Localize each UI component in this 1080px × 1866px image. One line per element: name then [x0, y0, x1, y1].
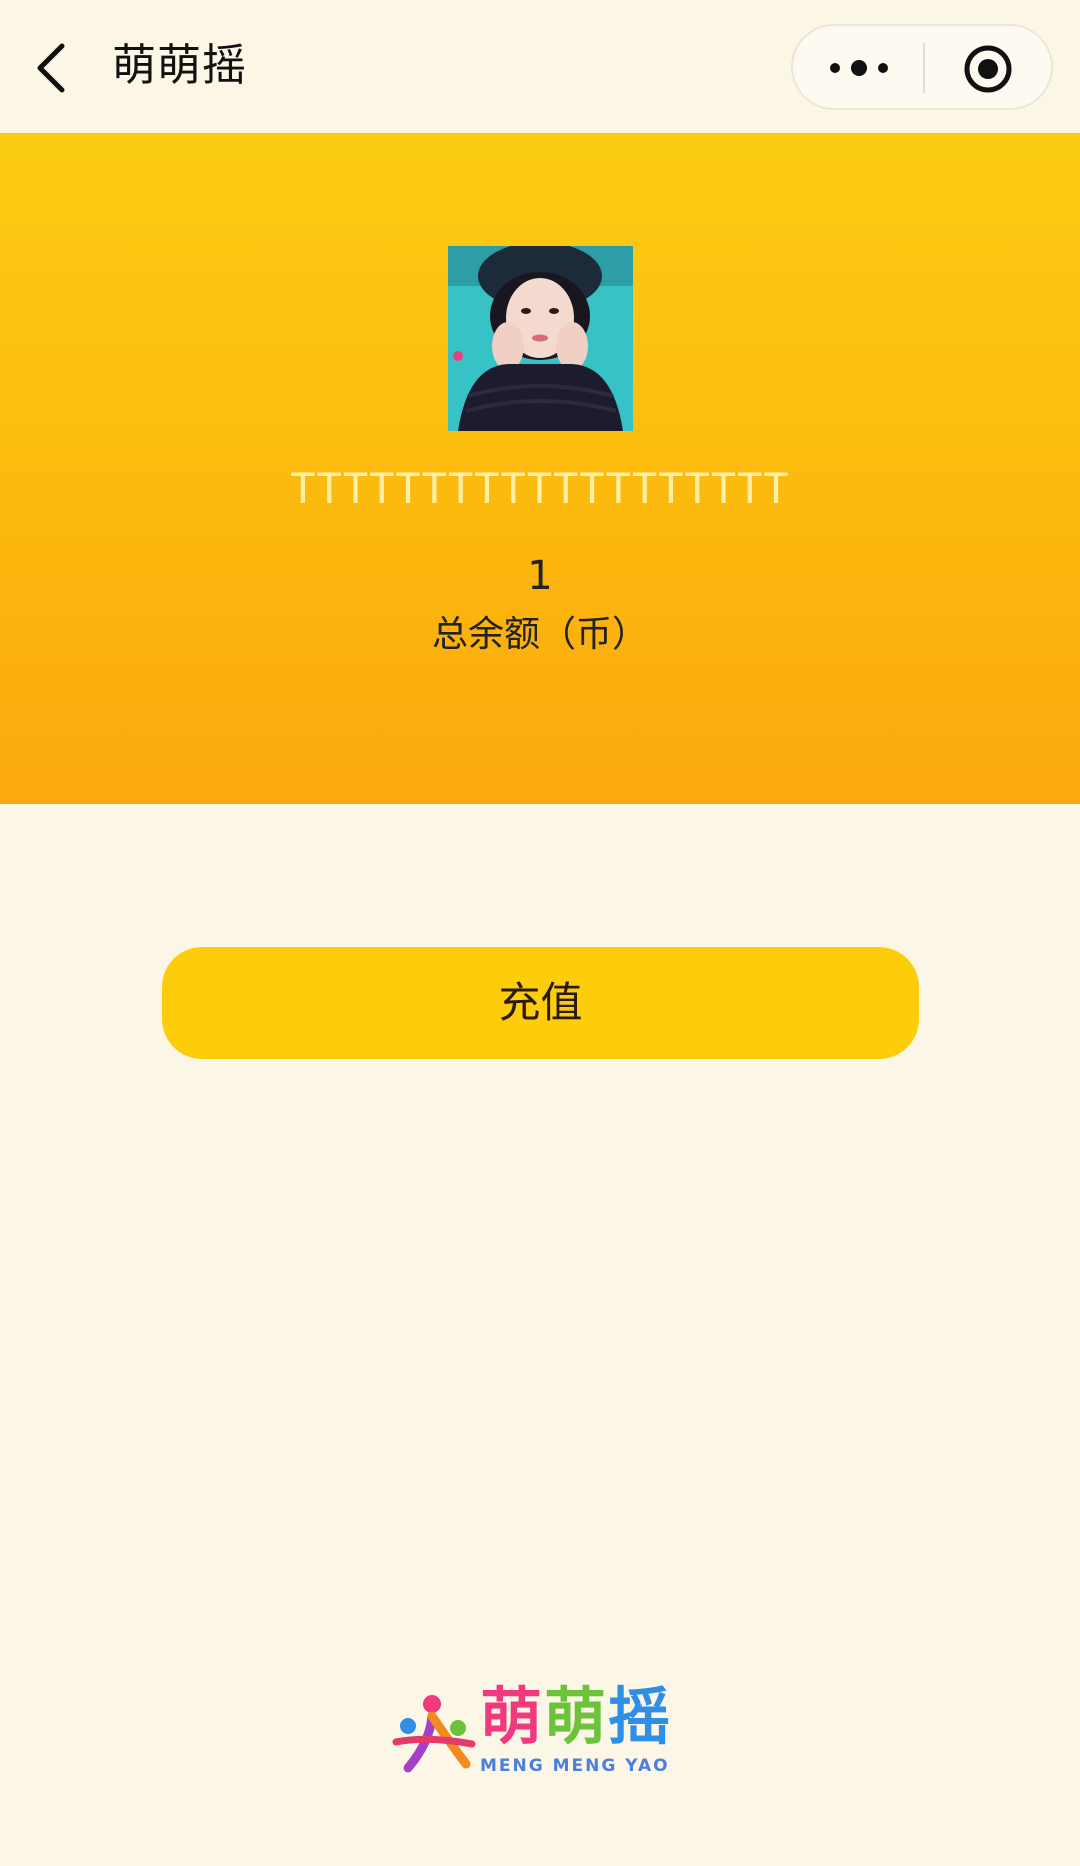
- logo-char-1: 萌: [480, 1680, 545, 1753]
- balance-value: 1: [527, 553, 553, 599]
- logo-figure-icon: [392, 1695, 476, 1773]
- capsule-divider: [923, 43, 925, 93]
- page-title: 萌萌摇: [112, 40, 247, 91]
- user-nickname: TTTTTTTTTTTTTTTTTTT: [290, 464, 790, 513]
- more-dots-icon[interactable]: [821, 48, 897, 88]
- target-circle-icon[interactable]: [963, 44, 1013, 94]
- user-avatar: [448, 246, 633, 431]
- recharge-button[interactable]: 充值: [162, 947, 919, 1059]
- mini-program-capsule: [791, 24, 1053, 110]
- logo-wordmark: 萌萌摇: [480, 1682, 672, 1752]
- navigation-bar: 萌萌摇: [0, 0, 1080, 133]
- logo-subtitle: MENG MENG YAO: [480, 1756, 670, 1776]
- logo-char-3: 摇: [608, 1680, 673, 1753]
- app-logo: 萌萌摇 MENG MENG YAO: [388, 1682, 698, 1782]
- balance-label: 总余额（币）: [431, 614, 648, 655]
- balance-header-card: TTTTTTTTTTTTTTTTTTT 1 总余额（币）: [0, 133, 1080, 804]
- logo-char-2: 萌: [544, 1680, 609, 1753]
- back-icon[interactable]: [28, 34, 84, 102]
